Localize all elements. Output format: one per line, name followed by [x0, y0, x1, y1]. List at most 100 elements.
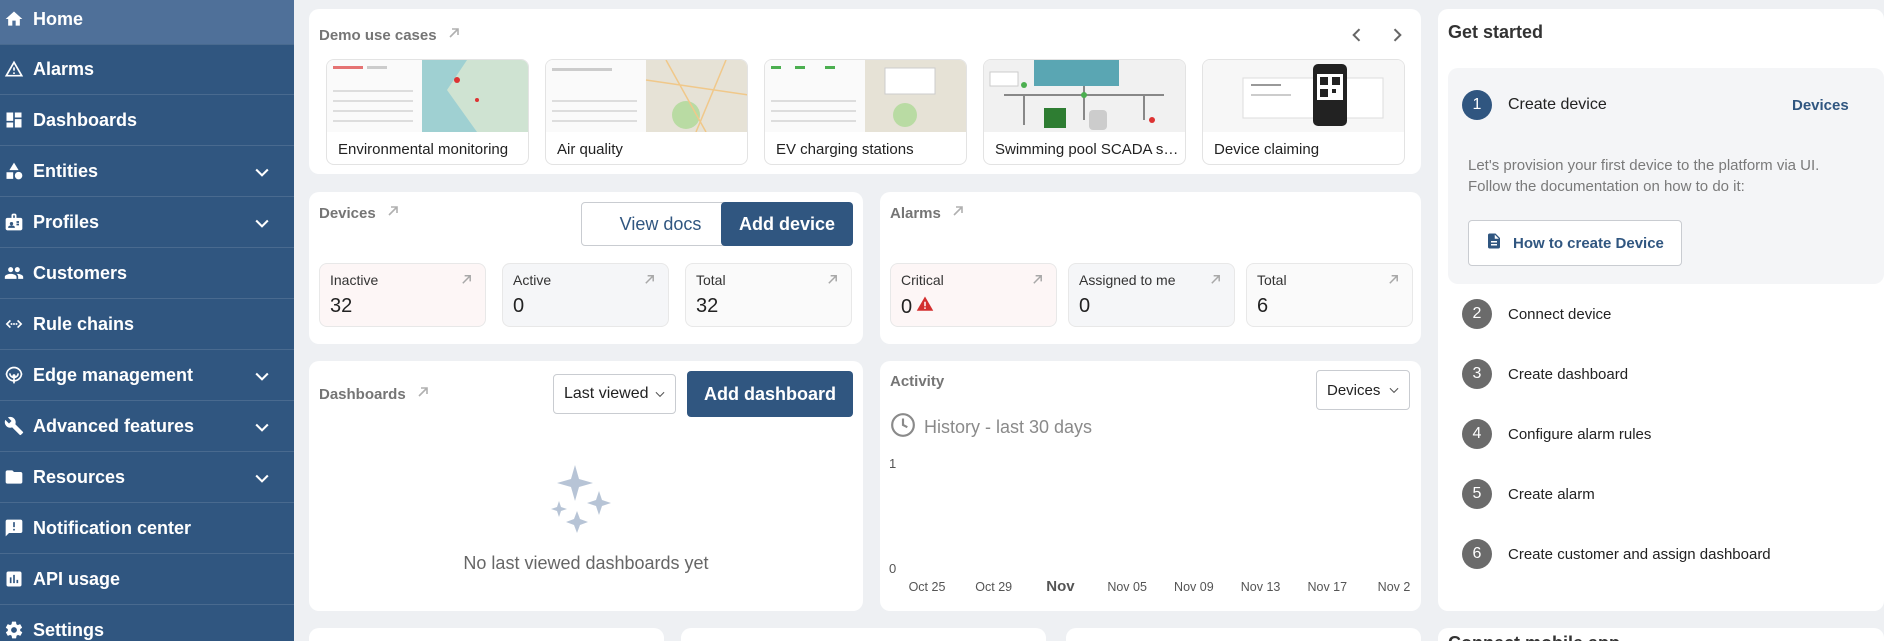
alarm-icon	[3, 58, 25, 80]
sidebar-item-label: Edge management	[33, 364, 194, 385]
get-started-title: Get started	[1448, 22, 1544, 42]
inactive-devices-stat[interactable]: Inactive 32	[319, 263, 486, 327]
sidebar-item-notification-center[interactable]: Notification center	[0, 503, 294, 553]
demo-title-text: Demo use cases	[319, 26, 437, 44]
sidebar-item-settings[interactable]: Settings	[0, 605, 294, 641]
chevron-left-icon[interactable]	[1347, 25, 1367, 50]
activity-entity-select[interactable]: Devices	[1316, 370, 1410, 410]
sidebar-item-advanced-features[interactable]: Advanced features	[0, 401, 294, 451]
alarms-title-text: Alarms	[890, 204, 941, 222]
total-alarms-stat[interactable]: Total 6	[1246, 263, 1413, 327]
demo-item-ev-charging[interactable]: EV charging stations	[764, 59, 967, 165]
demo-item-device-claiming[interactable]: Device claiming	[1202, 59, 1405, 165]
demo-use-cases-card: Demo use cases Environmental monitoring	[309, 9, 1421, 174]
view-docs-button[interactable]: View docs	[581, 202, 740, 246]
description-line: Let's provision your first device to the…	[1468, 157, 1820, 174]
step-create-alarm[interactable]: 5 Create alarm	[1462, 479, 1595, 509]
chevron-down-icon[interactable]	[252, 366, 272, 386]
demo-title[interactable]: Demo use cases	[319, 26, 461, 44]
sidebar-item-resources[interactable]: Resources	[0, 452, 294, 502]
partial-card	[1066, 628, 1421, 641]
sidebar-item-profiles[interactable]: Profiles	[0, 197, 294, 247]
sidebar-item-alarms[interactable]: Alarms	[0, 44, 294, 94]
active-devices-stat[interactable]: Active 0	[502, 263, 669, 327]
step-number: 6	[1462, 539, 1492, 569]
sidebar-item-customers[interactable]: Customers	[0, 248, 294, 298]
stat-label: Inactive	[330, 272, 379, 288]
x-tick-label: Oct 25	[909, 580, 946, 594]
sidebar-item-label: Entities	[33, 160, 99, 181]
demo-item-air-quality[interactable]: Air quality	[545, 59, 748, 165]
sidebar-item-label: Advanced features	[33, 415, 195, 436]
devices-title[interactable]: Devices	[319, 204, 400, 222]
critical-alarms-stat[interactable]: Critical 0	[890, 263, 1057, 327]
assigned-alarms-stat[interactable]: Assigned to me 0	[1068, 263, 1235, 327]
chevron-right-icon[interactable]	[1387, 25, 1407, 50]
add-dashboard-button[interactable]: Add dashboard	[687, 371, 853, 417]
stat-label: Total	[696, 272, 726, 288]
add-device-button[interactable]: Add device	[721, 202, 853, 246]
step-create-device[interactable]: 1 Create device	[1462, 90, 1607, 120]
devices-link[interactable]: Devices	[1792, 97, 1849, 114]
chevron-down-icon[interactable]	[252, 213, 272, 233]
step-configure-alarm-rules[interactable]: 4 Configure alarm rules	[1462, 419, 1651, 449]
x-tick-label: Nov 09	[1174, 580, 1214, 594]
sidebar-item-label: Customers	[33, 262, 128, 283]
chevron-down-icon[interactable]	[252, 468, 272, 488]
mobile-app-title: Connect mobile app	[1448, 633, 1620, 641]
history-label: History - last 30 days	[924, 417, 1093, 437]
critical-count: 0	[901, 295, 913, 318]
entities-icon	[3, 160, 25, 182]
demo-item-label: EV charging stations	[776, 141, 914, 158]
alarms-card: Alarms Critical 0 Assigned to me 0 Total…	[880, 192, 1421, 344]
sidebar-item-dashboards[interactable]: Dashboards	[0, 95, 294, 145]
open-arrow-icon	[386, 204, 400, 222]
sidebar-item-label: Settings	[33, 619, 105, 640]
button-label: How to create Device	[1513, 234, 1664, 252]
how-to-create-device-button[interactable]: How to create Device	[1468, 220, 1682, 266]
x-tick-label: Nov	[1046, 578, 1075, 595]
open-arrow-icon	[416, 385, 430, 403]
devices-title-text: Devices	[319, 204, 376, 222]
sidebar: Home Alarms Dashboards Entities Profiles…	[0, 0, 294, 641]
x-tick-label: Nov 2	[1378, 580, 1411, 594]
dashboards-empty-text: No last viewed dashboards yet	[463, 553, 709, 573]
step-number: 5	[1462, 479, 1492, 509]
step-label: Connect device	[1508, 305, 1612, 323]
open-arrow-icon	[1387, 273, 1400, 291]
step-number: 3	[1462, 359, 1492, 389]
edge-icon	[3, 364, 25, 386]
stat-value: 32	[330, 295, 353, 317]
open-arrow-icon	[951, 204, 965, 222]
sidebar-item-home[interactable]: Home	[0, 0, 294, 44]
sidebar-item-api-usage[interactable]: API usage	[0, 554, 294, 604]
sparkles-icon	[547, 463, 619, 540]
demo-item-environmental-monitoring[interactable]: Environmental monitoring	[326, 59, 529, 165]
demo-thumbnail	[765, 60, 966, 132]
sidebar-item-rule-chains[interactable]: Rule chains	[0, 299, 294, 349]
dashboards-icon	[3, 109, 25, 131]
sidebar-item-edge-management[interactable]: Edge management	[0, 350, 294, 400]
demo-item-label: Device claiming	[1214, 141, 1320, 158]
step-create-customer[interactable]: 6 Create customer and assign dashboard	[1462, 539, 1771, 569]
open-arrow-icon	[1209, 273, 1222, 291]
chevron-down-icon[interactable]	[252, 417, 272, 437]
demo-thumbnail	[984, 60, 1185, 132]
dashboards-sort-select[interactable]: Last viewed	[553, 374, 676, 414]
folder-icon	[3, 466, 25, 488]
step-connect-device[interactable]: 2 Connect device	[1462, 299, 1611, 329]
x-tick-label: Nov 13	[1241, 580, 1281, 594]
dashboards-title-text: Dashboards	[319, 385, 406, 403]
chevron-down-icon[interactable]	[252, 162, 272, 182]
alarms-title[interactable]: Alarms	[890, 204, 965, 222]
step-label: Create customer and assign dashboard	[1508, 545, 1771, 563]
history-range[interactable]: History - last 30 days	[890, 412, 1092, 443]
dashboards-card: Dashboards Last viewed Add dashboard No …	[309, 361, 863, 611]
demo-item-swimming-pool[interactable]: Swimming pool SCADA system	[983, 59, 1186, 165]
sidebar-item-entities[interactable]: Entities	[0, 146, 294, 196]
step-create-dashboard[interactable]: 3 Create dashboard	[1462, 359, 1628, 389]
demo-item-label: Environmental monitoring	[338, 141, 509, 158]
dashboards-title[interactable]: Dashboards	[319, 385, 430, 403]
total-devices-stat[interactable]: Total 32	[685, 263, 852, 327]
open-arrow-icon	[643, 273, 656, 291]
